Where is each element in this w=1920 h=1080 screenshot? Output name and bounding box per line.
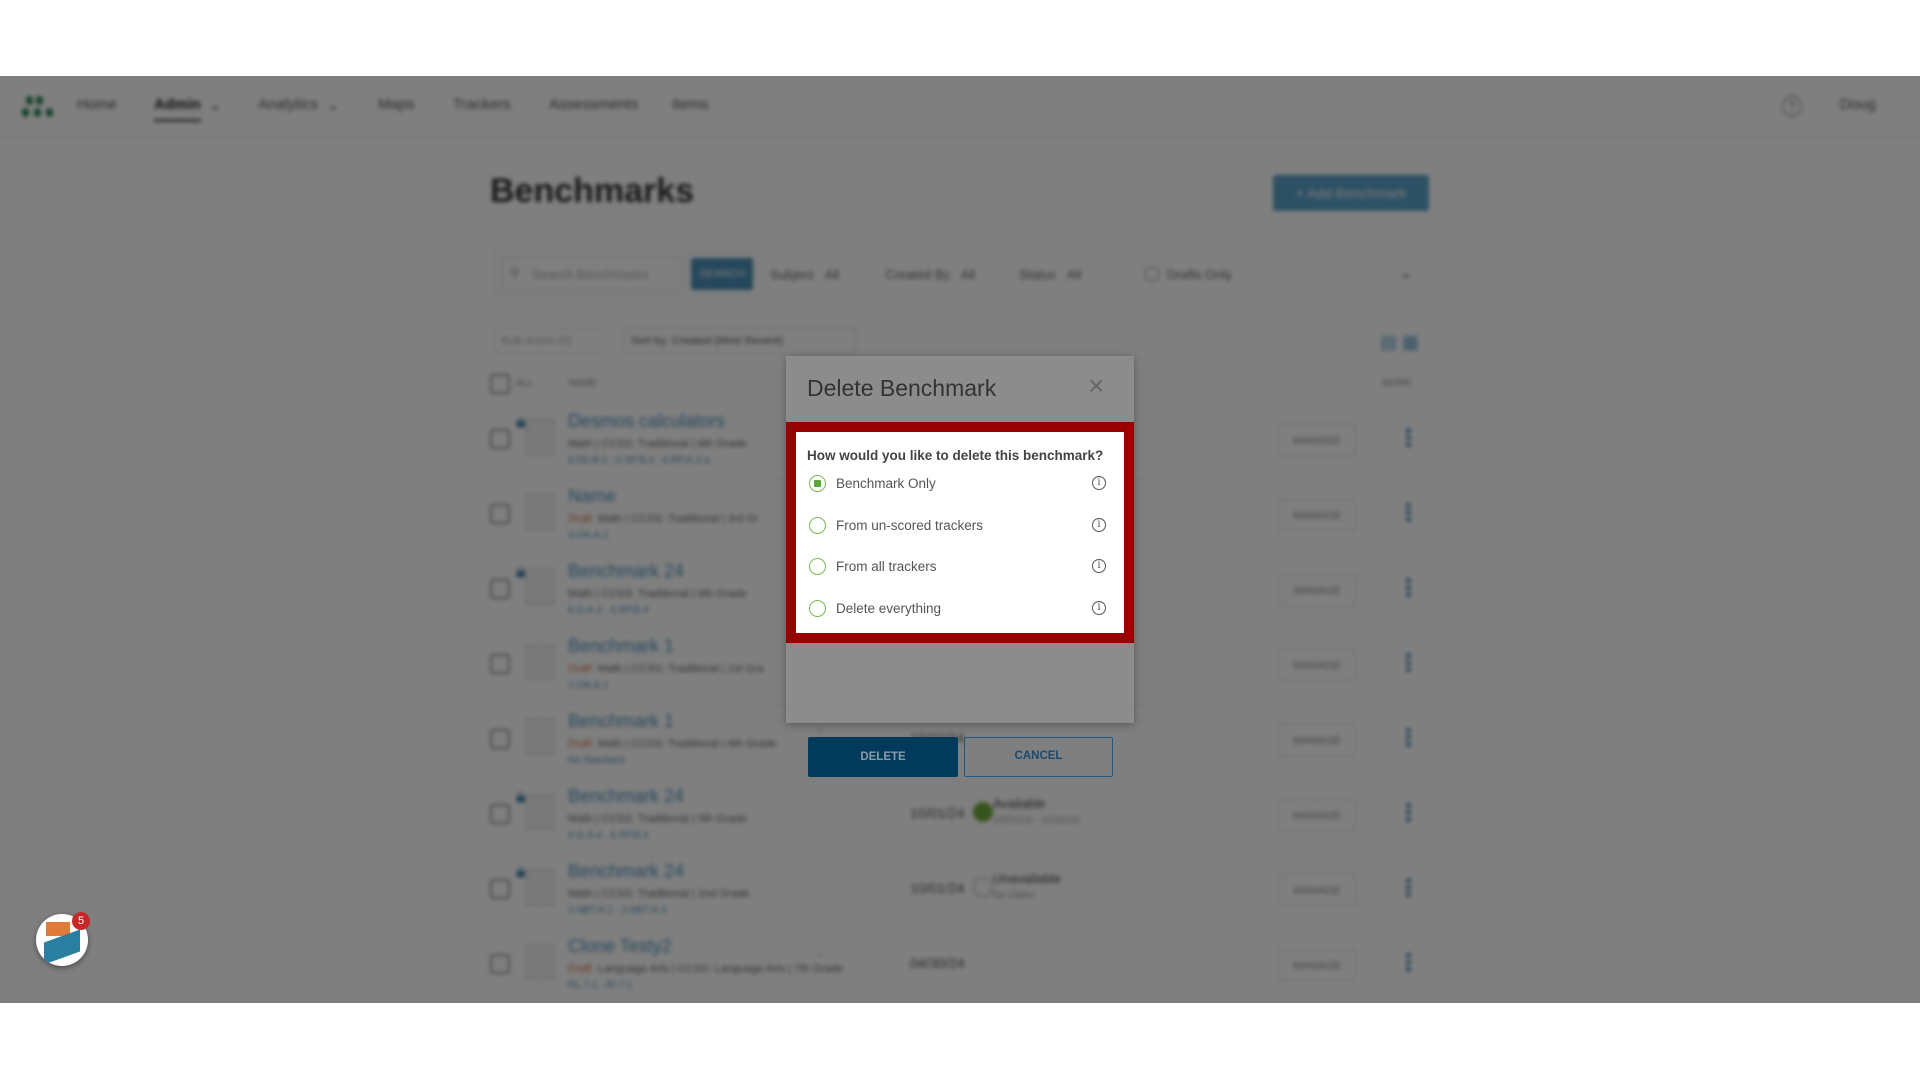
option-label: From un-scored trackers — [836, 517, 984, 533]
radio-button[interactable] — [809, 599, 826, 617]
delete-option[interactable]: Delete everything i — [809, 597, 1119, 621]
radio-button[interactable] — [809, 558, 826, 575]
delete-options-highlight: How would you like to delete this benchm… — [786, 422, 1134, 643]
radio-button[interactable] — [809, 516, 826, 534]
delete-option[interactable]: From un-scored trackers i — [809, 514, 1119, 538]
option-label: Delete everything — [836, 600, 942, 616]
option-label: From all trackers — [836, 559, 937, 574]
delete-question: How would you like to delete this benchm… — [807, 448, 1104, 463]
delete-benchmark-dialog: Delete Benchmark × How would you like to… — [786, 356, 1134, 777]
info-icon[interactable]: i — [1092, 476, 1106, 490]
info-icon[interactable]: i — [1092, 559, 1106, 573]
delete-button[interactable]: DELETE — [808, 737, 958, 777]
delete-option[interactable]: From all trackers i — [809, 555, 1119, 579]
info-icon[interactable]: i — [1092, 517, 1106, 532]
notification-badge: 5 — [72, 912, 90, 930]
radio-button[interactable] — [809, 475, 826, 492]
app: Home Admin ⌄ Analytics ⌄ Maps Trackers A… — [0, 76, 1920, 1003]
close-icon[interactable]: × — [1088, 370, 1104, 402]
info-icon[interactable]: i — [1092, 600, 1106, 615]
option-label: Benchmark Only — [836, 476, 936, 491]
cancel-button[interactable]: CANCEL — [964, 737, 1113, 777]
dialog-title: Delete Benchmark — [807, 375, 997, 401]
delete-option[interactable]: Benchmark Only i — [809, 472, 1119, 496]
